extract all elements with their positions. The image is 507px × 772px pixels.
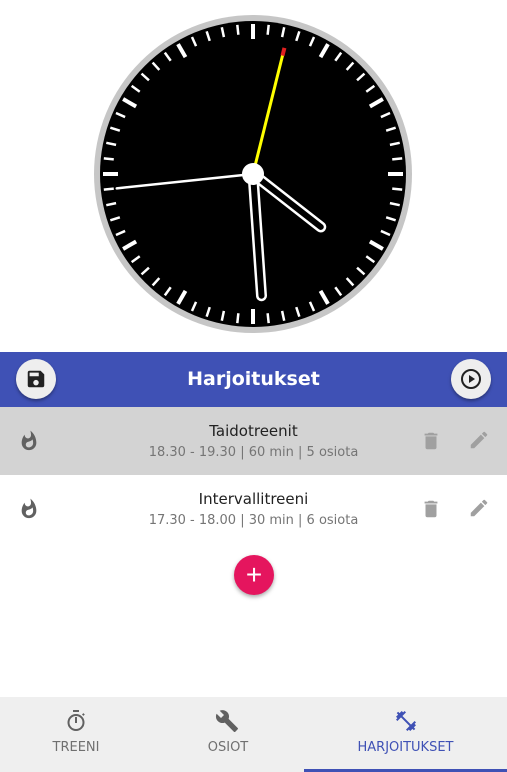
timer-icon bbox=[67, 710, 85, 731]
delete-icon[interactable] bbox=[420, 430, 442, 452]
clock-tick bbox=[392, 187, 403, 191]
clock-tick bbox=[236, 24, 240, 35]
clock-tick bbox=[103, 157, 114, 161]
nav-label: TREENI bbox=[52, 740, 100, 755]
nav-tab-harjoitukset[interactable]: HARJOITUKSET bbox=[304, 697, 507, 772]
wrench-icon bbox=[215, 710, 238, 732]
clock-tick bbox=[392, 157, 403, 161]
clock-center bbox=[242, 163, 264, 185]
nav-label: OSIOT bbox=[207, 740, 249, 755]
edit-icon[interactable] bbox=[468, 497, 490, 519]
page-title: Harjoitukset bbox=[187, 368, 320, 390]
dumbbell-icon bbox=[396, 711, 416, 731]
clock-tick bbox=[236, 313, 240, 324]
second-hand-tip bbox=[280, 47, 287, 57]
page-header: Harjoitukset bbox=[0, 352, 507, 407]
delete-icon[interactable] bbox=[420, 498, 442, 520]
workout-list-item[interactable]: Intervallitreeni 17.30 - 18.00 | 30 min … bbox=[0, 475, 507, 543]
clock-tick bbox=[266, 24, 270, 35]
workout-list-item[interactable]: Taidotreenit 18.30 - 19.30 | 60 min | 5 … bbox=[0, 407, 507, 475]
edit-icon[interactable] bbox=[468, 429, 490, 451]
nav-label: HARJOITUKSET bbox=[357, 740, 454, 755]
add-workout-button[interactable]: + bbox=[234, 555, 274, 595]
clock-area bbox=[0, 0, 507, 352]
clock-tick bbox=[103, 187, 114, 191]
analog-clock bbox=[94, 15, 412, 333]
nav-tab-treeni[interactable]: TREENI bbox=[0, 697, 152, 772]
nav-tab-osiot[interactable]: OSIOT bbox=[152, 697, 304, 772]
play-button[interactable] bbox=[451, 359, 491, 399]
bottom-navigation: TREENI OSIOT HARJOITUKSET bbox=[0, 697, 507, 772]
clock-tick bbox=[266, 313, 270, 324]
play-circle-icon bbox=[461, 369, 481, 389]
